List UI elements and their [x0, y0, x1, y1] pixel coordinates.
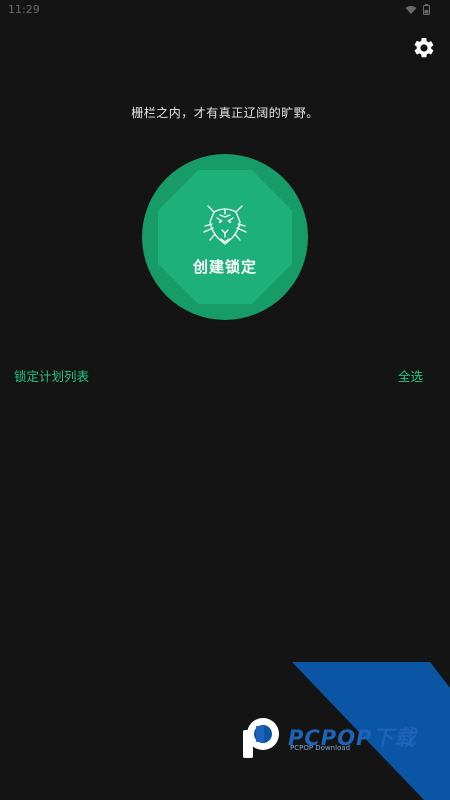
- status-time: 11:29: [8, 3, 40, 16]
- create-lock-button[interactable]: 创建锁定: [142, 154, 308, 320]
- gear-icon: [414, 37, 434, 58]
- select-all-button[interactable]: 全选: [398, 366, 423, 385]
- wifi-icon: [405, 5, 417, 14]
- status-icons: [405, 4, 430, 15]
- tagline: 栅栏之内，才有真正辽阔的旷野。: [131, 106, 319, 120]
- status-bar: 11:29: [0, 0, 450, 22]
- settings-button[interactable]: [412, 36, 436, 60]
- lock-plan-list-title: 锁定计划列表: [14, 369, 90, 384]
- watermark-sub: PCPOP Download: [290, 744, 351, 752]
- battery-icon: [423, 4, 430, 15]
- tiger-icon: [203, 205, 247, 245]
- watermark-brand: PCPOP下载: [288, 726, 417, 750]
- create-lock-label: 创建锁定: [192, 258, 257, 276]
- pcpop-logo-icon: [243, 718, 279, 758]
